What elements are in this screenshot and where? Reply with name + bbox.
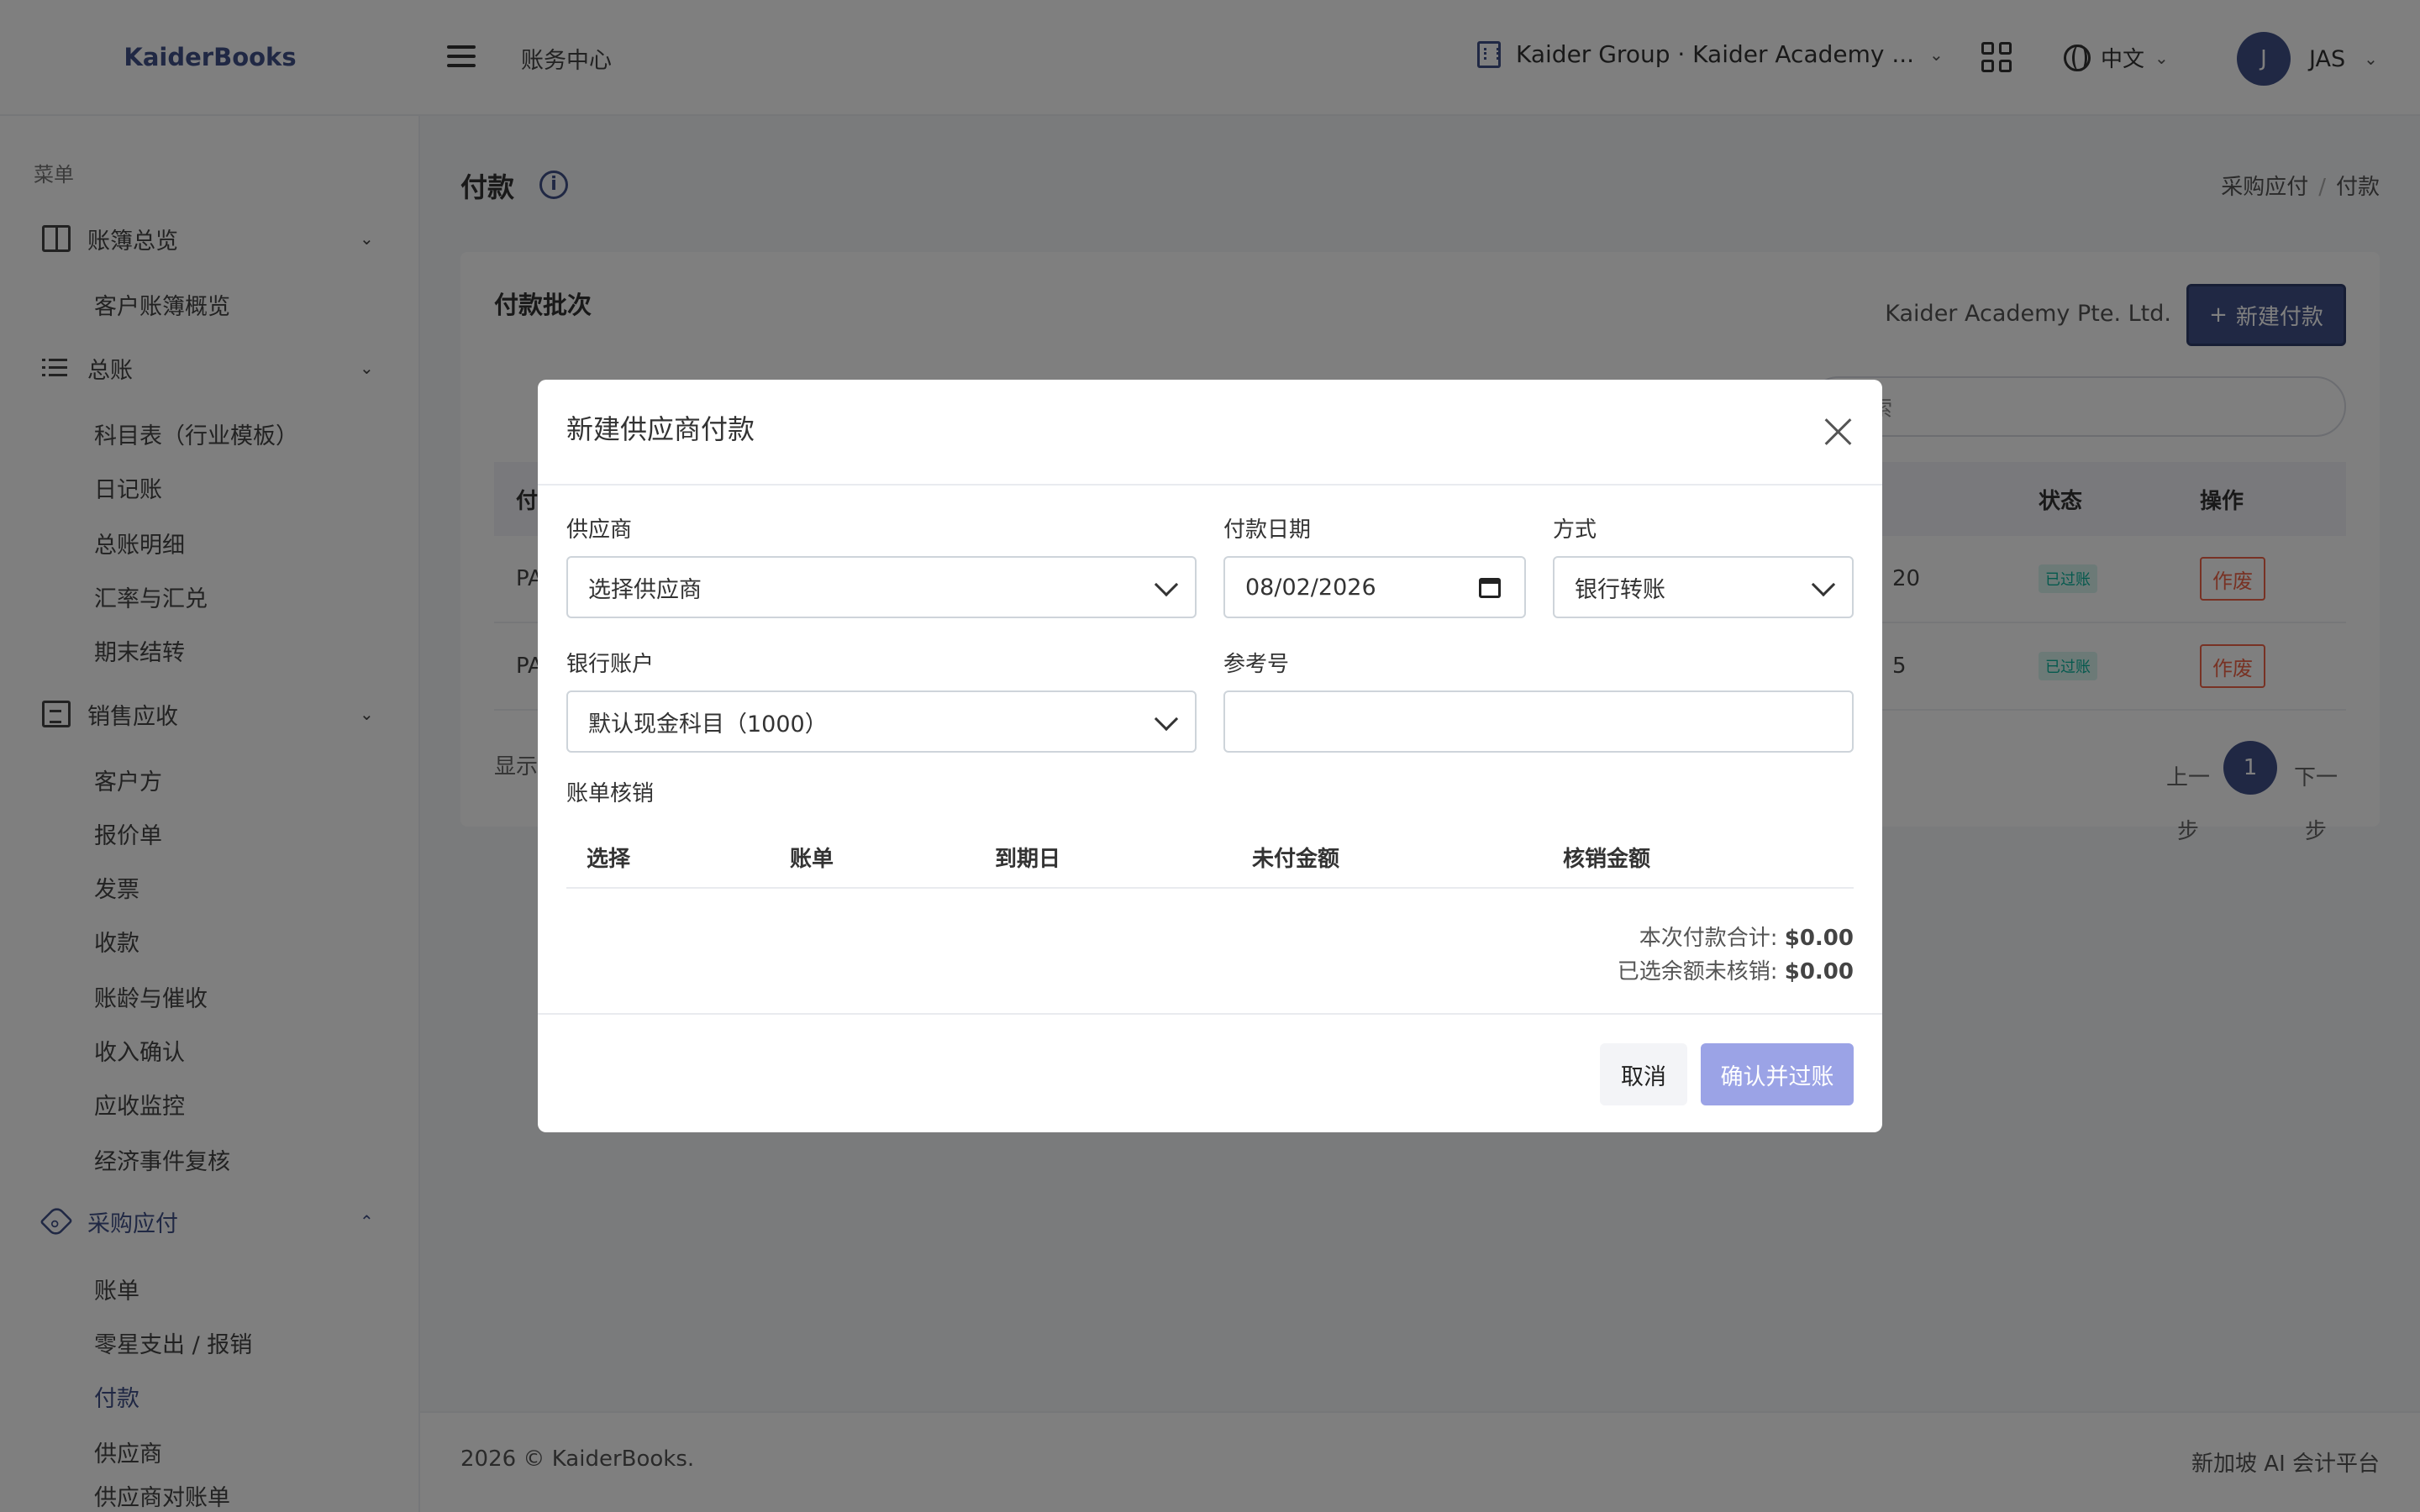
method-select-value: 银行转账 — [1575, 576, 1665, 603]
chevron-down-icon — [1154, 572, 1179, 597]
bank-account-value: 默认现金科目（1000） — [588, 711, 828, 738]
reference-label: 参考号 — [1223, 652, 1290, 677]
column-header: 未付金额 — [1252, 847, 1340, 872]
column-header: 账单 — [790, 847, 834, 872]
method-label: 方式 — [1553, 517, 1597, 543]
chevron-down-icon — [1811, 572, 1836, 597]
method-select[interactable]: 银行转账 — [1553, 556, 1854, 618]
cancel-button[interactable]: 取消 — [1600, 1043, 1687, 1105]
reference-input[interactable] — [1223, 690, 1854, 753]
unallocated-value: $0.00 — [1784, 959, 1854, 984]
bank-account-select[interactable]: 默认现金科目（1000） — [566, 690, 1197, 753]
payment-date-input[interactable]: 08/02/2026 — [1223, 556, 1526, 618]
column-header: 到期日 — [995, 847, 1061, 872]
chevron-down-icon — [1154, 706, 1179, 732]
close-icon[interactable] — [1823, 417, 1854, 447]
modal-title: 新建供应商付款 — [566, 413, 755, 445]
supplier-label: 供应商 — [566, 517, 633, 543]
supplier-select-value: 选择供应商 — [588, 576, 702, 603]
payment-date-label: 付款日期 — [1223, 517, 1312, 543]
payment-total-label: 本次付款合计: — [1639, 926, 1778, 951]
bank-account-label: 银行账户 — [566, 652, 655, 677]
calendar-icon[interactable] — [1479, 578, 1501, 598]
column-header: 选择 — [587, 847, 631, 872]
payment-total-value: $0.00 — [1784, 926, 1854, 951]
payment-total: 本次付款合计: $0.00 — [1639, 921, 1854, 952]
payment-date-value: 08/02/2026 — [1245, 574, 1376, 601]
allocation-table-header: 选择 账单 到期日 未付金额 核销金额 — [566, 822, 1854, 889]
new-supplier-payment-modal: 新建供应商付款 供应商 选择供应商 付款日期 08/02/2026 方式 银行转… — [538, 380, 1882, 1132]
allocation-label: 账单核销 — [566, 781, 655, 806]
unallocated-label: 已选余额未核销: — [1617, 959, 1778, 984]
column-header: 核销金额 — [1563, 847, 1651, 872]
unallocated-total: 已选余额未核销: $0.00 — [1618, 954, 1854, 985]
divider — [538, 484, 1882, 486]
confirm-post-button[interactable]: 确认并过账 — [1701, 1043, 1854, 1105]
supplier-select[interactable]: 选择供应商 — [566, 556, 1197, 618]
divider — [538, 1013, 1882, 1015]
